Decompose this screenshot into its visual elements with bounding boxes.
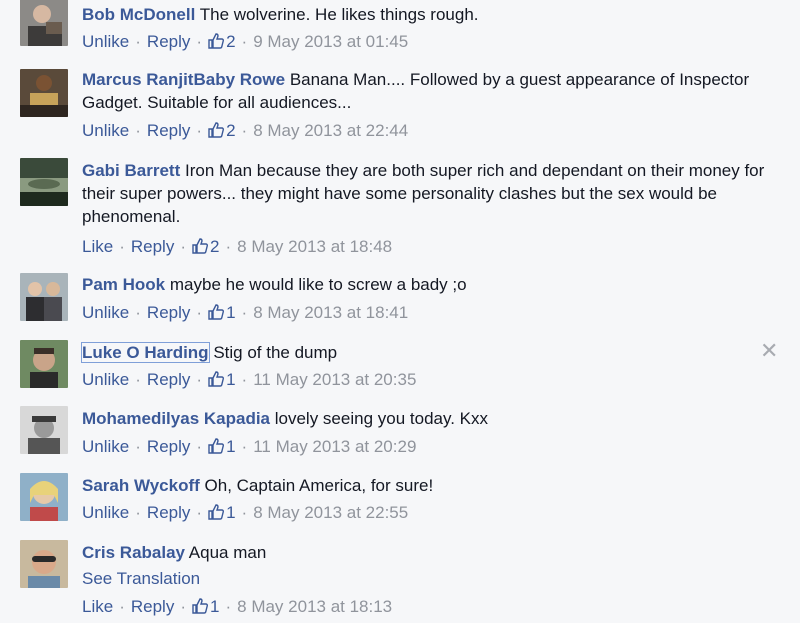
see-translation-link[interactable]: See Translation — [82, 569, 200, 589]
avatar[interactable] — [20, 473, 68, 521]
avatar[interactable] — [20, 406, 68, 454]
avatar[interactable] — [20, 0, 68, 46]
like-count[interactable]: 2 — [226, 32, 235, 51]
thumbs-up-icon[interactable] — [208, 32, 225, 55]
comment-text: Oh, Captain America, for sure! — [204, 476, 434, 495]
reply-button[interactable]: Reply — [131, 597, 174, 616]
like-count[interactable]: 1 — [226, 303, 235, 322]
comment-actions: Unlike · Reply · 2 · 9 May 2013 at 01:45 — [82, 30, 408, 55]
unlike-button[interactable]: Unlike — [82, 437, 129, 456]
thumbs-up-icon[interactable] — [208, 370, 225, 393]
avatar[interactable] — [20, 273, 68, 321]
thumbs-up-icon[interactable] — [208, 503, 225, 526]
thumbs-up-icon[interactable] — [208, 121, 225, 144]
avatar[interactable] — [20, 340, 68, 388]
close-icon[interactable]: ✕ — [760, 340, 778, 362]
like-count[interactable]: 2 — [226, 121, 235, 140]
comment-author[interactable]: Sarah Wyckoff — [82, 476, 200, 495]
comment-text: lovely seeing you today. Kxx — [274, 409, 488, 428]
comment-timestamp[interactable]: 8 May 2013 at 18:41 — [253, 303, 408, 322]
comment-author[interactable]: Pam Hook — [82, 275, 165, 294]
comment-text: Aqua man — [188, 543, 267, 562]
comment-actions: Unlike · Reply · 1 · 8 May 2013 at 22:55 — [82, 501, 408, 526]
comment-author[interactable]: Luke O Harding — [81, 342, 210, 363]
avatar[interactable] — [20, 69, 68, 117]
comment-actions: Unlike · Reply · 1 · 11 May 2013 at 20:29 — [82, 435, 416, 460]
unlike-button[interactable]: Unlike — [82, 503, 129, 522]
like-count[interactable]: 2 — [210, 237, 219, 256]
reply-button[interactable]: Reply — [147, 303, 190, 322]
like-button[interactable]: Like — [82, 597, 113, 616]
comment-author[interactable]: Gabi Barrett — [82, 161, 180, 180]
comment-author[interactable]: Marcus RanjitBaby Rowe — [82, 70, 285, 89]
like-count[interactable]: 1 — [226, 437, 235, 456]
like-count[interactable]: 1 — [226, 370, 235, 389]
avatar[interactable] — [20, 540, 68, 588]
comment-timestamp[interactable]: 8 May 2013 at 18:48 — [237, 237, 392, 256]
comment-timestamp[interactable]: 8 May 2013 at 22:44 — [253, 121, 408, 140]
comment-actions: Unlike · Reply · 2 · 8 May 2013 at 22:44 — [82, 119, 408, 144]
comment-timestamp[interactable]: 11 May 2013 at 20:29 — [253, 437, 416, 456]
like-count[interactable]: 1 — [210, 597, 219, 616]
reply-button[interactable]: Reply — [131, 237, 174, 256]
comment-timestamp[interactable]: 11 May 2013 at 20:35 — [253, 370, 416, 389]
unlike-button[interactable]: Unlike — [82, 370, 129, 389]
thumbs-up-icon[interactable] — [192, 597, 208, 620]
comment-actions: Unlike · Reply · 1 · 8 May 2013 at 18:41 — [82, 301, 408, 326]
comment-actions: Unlike · Reply · 1 · 11 May 2013 at 20:35 — [82, 368, 416, 393]
like-button[interactable]: Like — [82, 237, 113, 256]
comment-text: Iron Man because they are both super ric… — [82, 161, 765, 226]
avatar[interactable] — [20, 158, 68, 206]
comment-text: maybe he would like to screw a bady ;o — [169, 275, 467, 294]
comment-author[interactable]: Mohamedilyas Kapadia — [82, 409, 270, 428]
unlike-button[interactable]: Unlike — [82, 32, 129, 51]
like-count[interactable]: 1 — [226, 503, 235, 522]
comment-author[interactable]: Bob McDonell — [82, 5, 195, 24]
comment-timestamp[interactable]: 8 May 2013 at 18:13 — [237, 597, 392, 616]
unlike-button[interactable]: Unlike — [82, 121, 129, 140]
reply-button[interactable]: Reply — [147, 370, 190, 389]
comment-actions: Like · Reply · 2 · 8 May 2013 at 18:48 — [82, 235, 392, 260]
reply-button[interactable]: Reply — [147, 32, 190, 51]
comment-author[interactable]: Cris Rabalay — [82, 543, 185, 562]
reply-button[interactable]: Reply — [147, 121, 190, 140]
reply-button[interactable]: Reply — [147, 503, 190, 522]
comment-timestamp[interactable]: 9 May 2013 at 01:45 — [253, 32, 408, 51]
reply-button[interactable]: Reply — [147, 437, 190, 456]
comment-text: The wolverine. He likes things rough. — [199, 5, 479, 24]
comment-text: Stig of the dump — [213, 343, 338, 362]
thumbs-up-icon[interactable] — [208, 437, 225, 460]
unlike-button[interactable]: Unlike — [82, 303, 129, 322]
thumbs-up-icon[interactable] — [192, 237, 208, 260]
comment-actions: Like · Reply · 1 · 8 May 2013 at 18:13 — [82, 595, 392, 620]
comment-timestamp[interactable]: 8 May 2013 at 22:55 — [253, 503, 408, 522]
thumbs-up-icon[interactable] — [208, 303, 225, 326]
